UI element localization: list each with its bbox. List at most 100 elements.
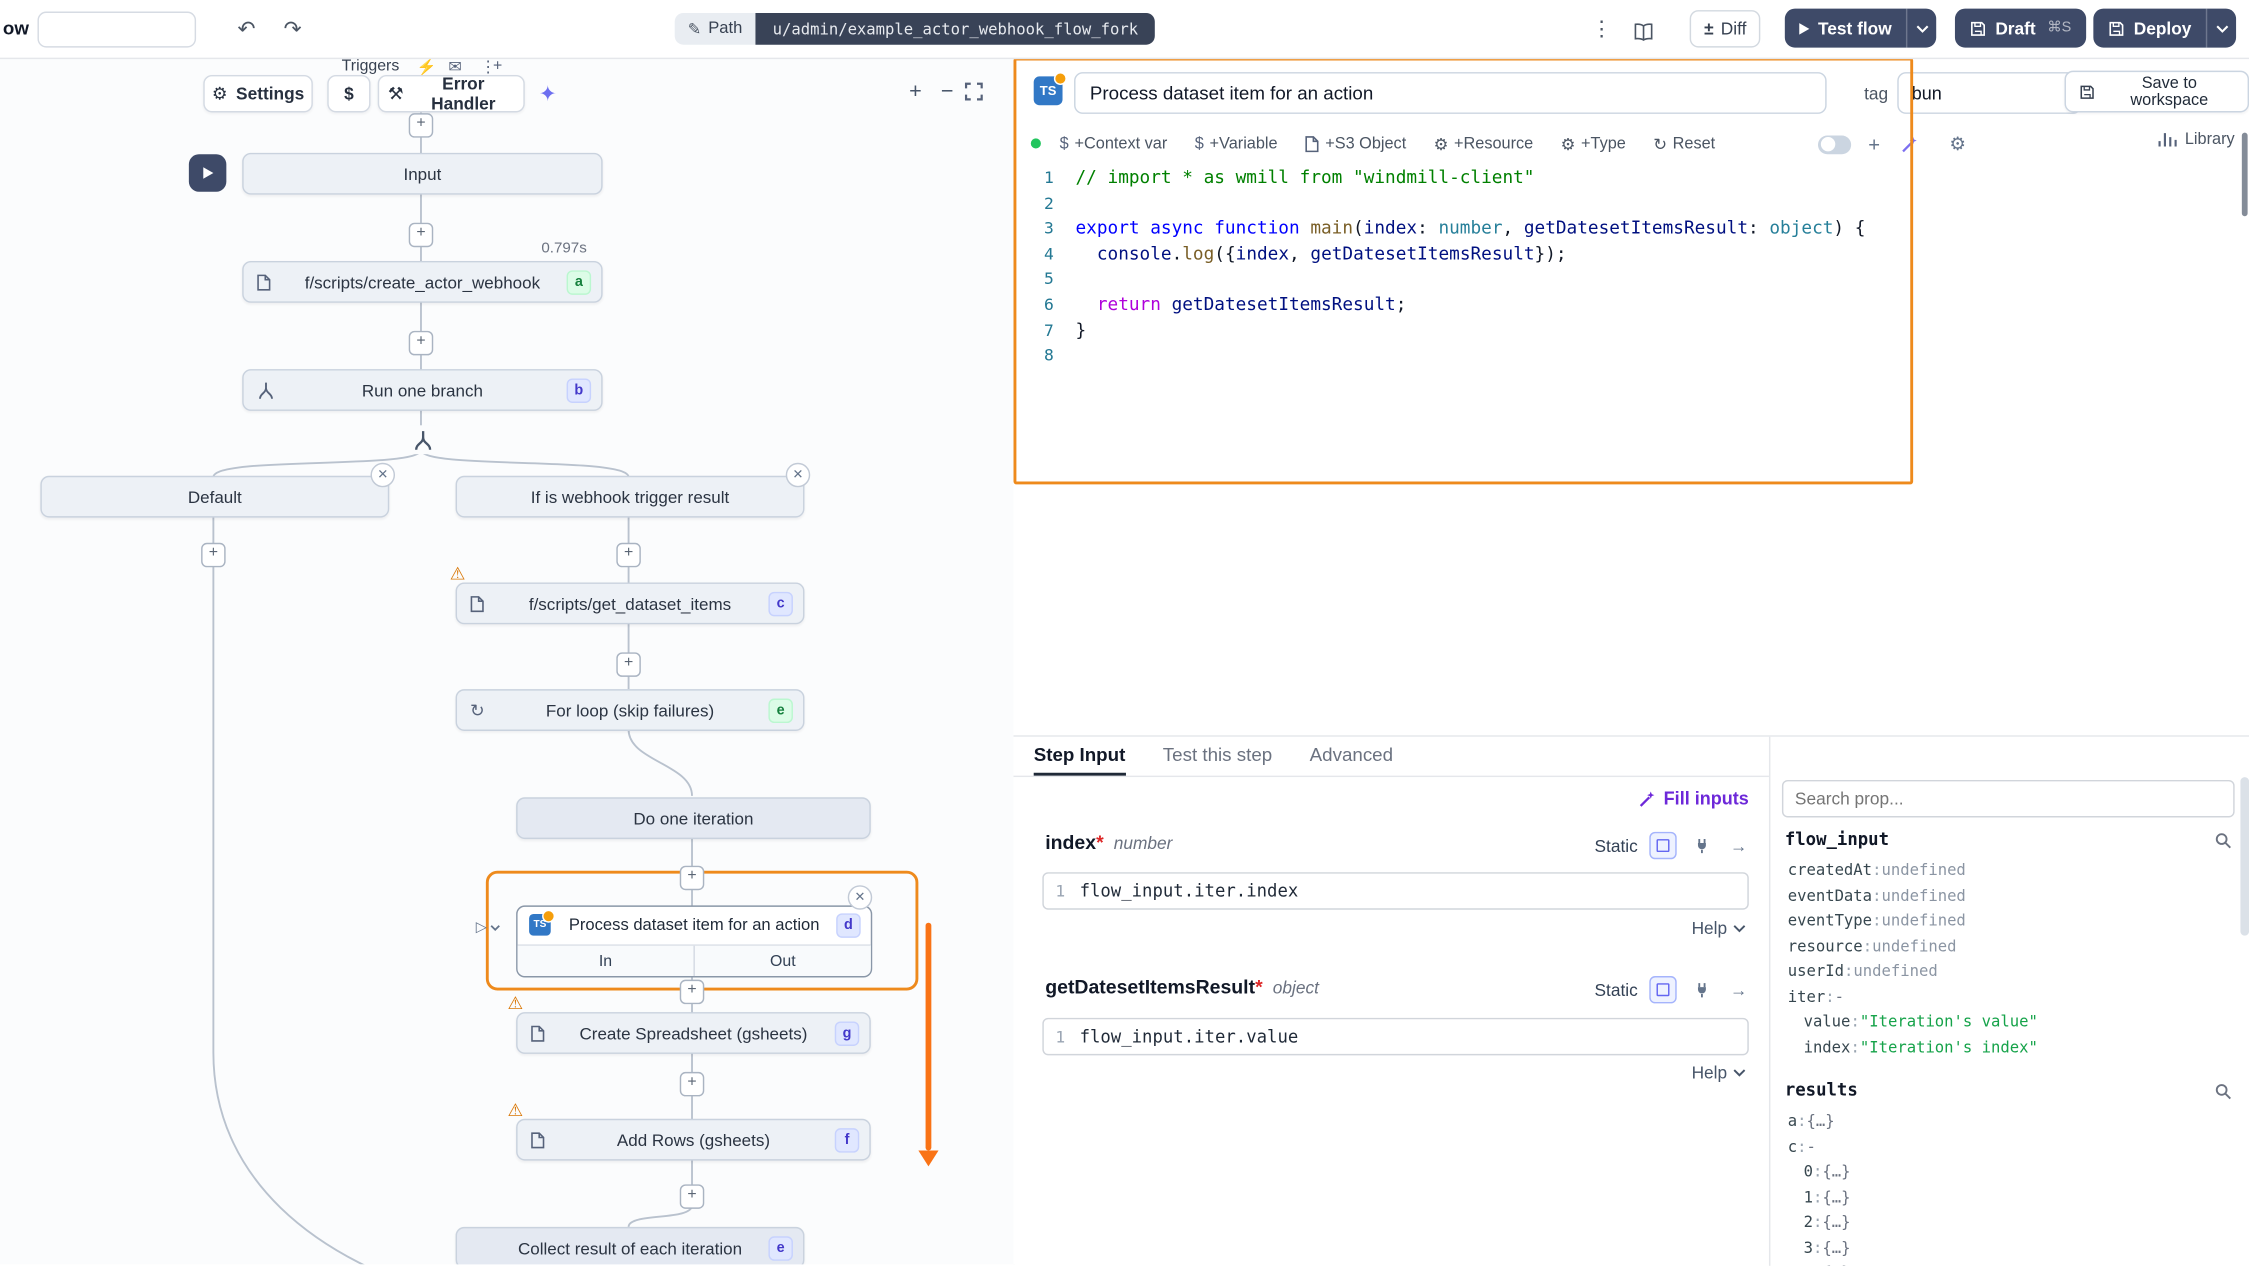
prop-row[interactable]: 4 : {…}: [1770, 1260, 2249, 1266]
docs-book-button[interactable]: [1632, 12, 1669, 48]
zoom-out-button[interactable]: −: [933, 78, 962, 107]
static-editor-icon[interactable]: [1649, 976, 1676, 1003]
code-line[interactable]: 5: [1014, 267, 2249, 292]
prop-row[interactable]: a : {…}: [1770, 1109, 2249, 1134]
save-to-workspace-button[interactable]: Save to workspace: [2065, 71, 2249, 113]
tab-advanced[interactable]: Advanced: [1310, 737, 1393, 776]
static-mode-label[interactable]: Static: [1594, 835, 1637, 855]
editor-toggle[interactable]: [1818, 135, 1851, 154]
node-create-spreadsheet[interactable]: Create Spreadsheet (gsheets) g: [516, 1012, 871, 1054]
node-add-rows[interactable]: Add Rows (gsheets) f: [516, 1119, 871, 1161]
add-step-button[interactable]: +: [680, 1184, 705, 1209]
add-step-button[interactable]: +: [409, 223, 434, 248]
arrow-right-icon[interactable]: →: [1726, 833, 1752, 859]
expr-input-index[interactable]: 1 flow_input.iter.index: [1042, 872, 1748, 909]
prop-row[interactable]: value : "Iteration's value": [1770, 1009, 2249, 1034]
flow-settings-button[interactable]: ⚙ Settings: [203, 75, 313, 112]
prop-row[interactable]: index : "Iteration's index": [1770, 1034, 2249, 1059]
kebab-menu-button[interactable]: ⋮: [1583, 12, 1620, 48]
prop-row[interactable]: 1 : {…}: [1770, 1184, 2249, 1209]
step-title-input[interactable]: [1074, 72, 1827, 114]
deploy-dropdown[interactable]: [2206, 9, 2236, 48]
test-flow-button[interactable]: Test flow: [1785, 9, 1937, 48]
prop-row[interactable]: 3 : {…}: [1770, 1235, 2249, 1260]
static-mode-label[interactable]: Static: [1594, 980, 1637, 1000]
flow-canvas[interactable]: Triggers ⚡ ✉ ⋮ + ⚙ Settings $ ⚒ Error Ha…: [0, 58, 1015, 1265]
add-step-button[interactable]: +: [201, 543, 226, 568]
node-webhook-branch[interactable]: If is webhook trigger result: [456, 476, 805, 518]
add-resource-button[interactable]: ⚙ +Resource: [1434, 135, 1534, 154]
add-type-button[interactable]: ⚙ +Type: [1561, 135, 1626, 154]
gear-icon[interactable]: ⚙: [1945, 131, 1971, 157]
prop-row[interactable]: c : -: [1770, 1134, 2249, 1159]
fit-view-button[interactable]: [964, 78, 993, 111]
library-button[interactable]: Library: [2159, 131, 2235, 148]
fill-inputs-button[interactable]: Fill inputs: [1638, 789, 1749, 809]
code-line[interactable]: 3export async function main(index: numbe…: [1014, 217, 2249, 242]
prop-row[interactable]: userId : undefined: [1770, 959, 2249, 984]
tab-test-this-step[interactable]: Test this step: [1163, 737, 1272, 776]
tag-input[interactable]: [1897, 72, 2082, 114]
node-get-dataset-items[interactable]: f/scripts/get_dataset_items c: [456, 582, 805, 624]
add-step-button[interactable]: +: [616, 652, 641, 677]
add-step-button[interactable]: +: [680, 980, 705, 1005]
path-value[interactable]: u/admin/example_actor_webhook_flow_fork: [755, 13, 1155, 45]
code-line[interactable]: 7}: [1014, 318, 2249, 343]
node-process-dataset-item[interactable]: TS Process dataset item for an action d …: [516, 905, 872, 977]
help-link[interactable]: Help: [1692, 918, 1746, 938]
draft-button[interactable]: Draft ⌘S: [1955, 9, 2086, 48]
node-do-one-iteration[interactable]: Do one iteration: [516, 797, 871, 839]
node-input[interactable]: Input: [242, 153, 602, 195]
deploy-button[interactable]: Deploy: [2093, 9, 2236, 48]
code-line[interactable]: 8: [1014, 343, 2249, 368]
variables-dollar-button[interactable]: $: [327, 75, 370, 112]
prop-row[interactable]: iter : -: [1770, 984, 2249, 1009]
plug-icon[interactable]: [1688, 833, 1714, 859]
run-flow-node[interactable]: [189, 154, 226, 191]
prop-row[interactable]: resource : undefined: [1770, 934, 2249, 959]
add-s3-object-button[interactable]: +S3 Object: [1305, 136, 1406, 153]
tab-step-input[interactable]: Step Input: [1034, 737, 1126, 776]
add-step-button[interactable]: +: [680, 866, 705, 891]
editor-scrollbar[interactable]: [2242, 133, 2248, 217]
diff-button[interactable]: ± Diff: [1690, 10, 1761, 47]
plug-icon[interactable]: [1688, 977, 1714, 1003]
triggers-label[interactable]: Triggers: [342, 58, 400, 75]
test-flow-dropdown[interactable]: [1906, 9, 1936, 48]
add-step-button[interactable]: +: [409, 113, 434, 138]
code-line[interactable]: 4 console.log({index, getDatesetItemsRes…: [1014, 242, 2249, 267]
magnifier-icon[interactable]: [2214, 832, 2231, 849]
ai-wand-icon[interactable]: ✦: [533, 81, 562, 110]
summary-input[interactable]: [37, 12, 196, 48]
plus-icon[interactable]: +: [1861, 131, 1887, 157]
prop-row[interactable]: createdAt : undefined: [1770, 858, 2249, 883]
node-tab-in[interactable]: In: [518, 946, 695, 976]
code-line[interactable]: 2: [1014, 191, 2249, 216]
prop-row[interactable]: eventType : undefined: [1770, 908, 2249, 933]
magnifier-icon[interactable]: [2214, 1083, 2231, 1100]
node-run-one-branch[interactable]: Run one branch b: [242, 369, 602, 411]
node-collect-result[interactable]: Collect result of each iteration e: [456, 1227, 805, 1264]
add-variable-button[interactable]: $ +Variable: [1195, 136, 1278, 153]
node-tab-out[interactable]: Out: [695, 946, 871, 976]
redo-button[interactable]: ↷: [274, 12, 311, 48]
zoom-in-button[interactable]: +: [901, 78, 930, 107]
add-step-button[interactable]: +: [680, 1072, 705, 1097]
node-default-branch[interactable]: Default: [40, 476, 389, 518]
code-line[interactable]: 1// import * as wmill from "windmill-cli…: [1014, 166, 2249, 191]
remove-branch-button[interactable]: ✕: [371, 463, 396, 488]
undo-button[interactable]: ↶: [228, 12, 265, 48]
code-lines[interactable]: 1// import * as wmill from "windmill-cli…: [1014, 166, 2249, 369]
error-handler-button[interactable]: ⚒ Error Handler: [378, 75, 525, 112]
node-create-actor-webhook[interactable]: f/scripts/create_actor_webhook a: [242, 261, 602, 303]
code-line[interactable]: 6 return getDatesetItemsResult;: [1014, 293, 2249, 318]
props-group-title[interactable]: results: [1785, 1080, 1858, 1100]
add-context-var-button[interactable]: $ +Context var: [1060, 136, 1168, 153]
help-link[interactable]: Help: [1692, 1063, 1746, 1083]
prop-row[interactable]: eventData : undefined: [1770, 883, 2249, 908]
remove-branch-button[interactable]: ✕: [786, 463, 811, 488]
remove-step-button[interactable]: ✕: [848, 885, 873, 910]
prop-row[interactable]: 0 : {…}: [1770, 1159, 2249, 1184]
add-step-button[interactable]: +: [616, 543, 641, 568]
search-prop-input[interactable]: [1782, 780, 2235, 817]
